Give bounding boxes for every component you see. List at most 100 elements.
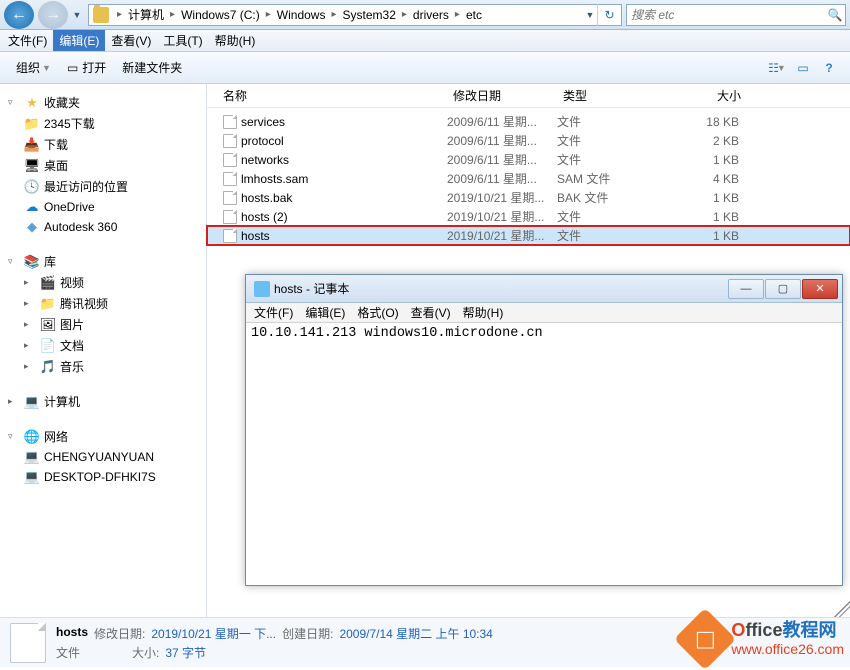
forward-button[interactable]: → xyxy=(38,1,68,29)
tree-item[interactable]: ▸🎬视频 xyxy=(0,272,206,293)
new-folder-button[interactable]: 新建文件夹 xyxy=(114,55,190,80)
file-row[interactable]: networks2009/6/11 星期...文件1 KB xyxy=(207,150,850,169)
tree-favorites[interactable]: ▿★收藏夹 xyxy=(0,92,206,113)
pictures-icon: 🖼 xyxy=(40,317,56,333)
tree-item[interactable]: 💻CHENGYUANYUAN xyxy=(0,447,206,467)
search-input[interactable] xyxy=(627,8,825,22)
tree-item[interactable]: 📁2345下载 xyxy=(0,113,206,134)
file-row[interactable]: hosts.bak2019/10/21 星期...BAK 文件1 KB xyxy=(207,188,850,207)
tree-item[interactable]: ◆Autodesk 360 xyxy=(0,217,206,237)
chevron-down-icon: ▼ xyxy=(777,63,786,73)
np-menu-edit[interactable]: 编辑(E) xyxy=(299,303,351,322)
file-type: BAK 文件 xyxy=(557,189,667,206)
view-mode-button[interactable]: ☷▼ xyxy=(764,56,790,80)
watermark-brand: Office教程网 xyxy=(731,620,844,642)
file-type: 文件 xyxy=(557,113,667,130)
breadcrumb-item[interactable]: System32 xyxy=(341,8,398,22)
menu-help[interactable]: 帮助(H) xyxy=(209,30,262,51)
column-date[interactable]: 修改日期 xyxy=(447,87,557,104)
expand-icon[interactable]: ▸ xyxy=(24,277,36,288)
preview-pane-button[interactable]: ▭ xyxy=(790,56,816,80)
notepad-text-area[interactable]: 10.10.141.213 windows10.microdone.cn xyxy=(247,324,841,580)
chevron-right-icon[interactable]: ▸ xyxy=(262,9,275,20)
np-menu-help[interactable]: 帮助(H) xyxy=(457,303,510,322)
column-type[interactable]: 类型 xyxy=(557,87,667,104)
column-size[interactable]: 大小 xyxy=(667,87,747,104)
tree-item[interactable]: 📥下载 xyxy=(0,134,206,155)
breadcrumb-item[interactable]: etc xyxy=(464,8,484,22)
tree-item[interactable]: 🕓最近访问的位置 xyxy=(0,176,206,197)
expand-icon[interactable]: ▸ xyxy=(24,361,36,372)
resize-grip-icon[interactable] xyxy=(834,601,850,617)
expand-icon[interactable]: ▸ xyxy=(24,319,36,330)
tree-item[interactable]: 💻DESKTOP-DFHKI7S xyxy=(0,467,206,487)
expand-icon[interactable]: ▸ xyxy=(24,340,36,351)
chevron-right-icon[interactable]: ▸ xyxy=(398,9,411,20)
preview-icon: ▭ xyxy=(797,61,808,75)
organize-button[interactable]: 组织 ▼ xyxy=(8,55,59,80)
download-icon: 📥 xyxy=(24,137,40,153)
column-name[interactable]: 名称 xyxy=(207,87,447,104)
chevron-right-icon[interactable]: ▸ xyxy=(451,9,464,20)
file-date: 2009/6/11 星期... xyxy=(447,113,557,130)
file-name: hosts (2) xyxy=(241,210,288,224)
minimize-button[interactable]: — xyxy=(728,279,764,299)
nav-history-dropdown[interactable]: ▼ xyxy=(70,1,84,29)
watermark: □ Office教程网 www.office26.com xyxy=(683,617,844,661)
tree-item[interactable]: ▸🖼图片 xyxy=(0,314,206,335)
maximize-button[interactable]: ▢ xyxy=(765,279,801,299)
folder-icon xyxy=(93,7,109,23)
open-button[interactable]: ▭打开 xyxy=(59,55,114,80)
file-row[interactable]: services2009/6/11 星期...文件18 KB xyxy=(207,112,850,131)
np-menu-file[interactable]: 文件(F) xyxy=(248,303,299,322)
file-icon xyxy=(223,115,237,129)
file-row[interactable]: hosts (2)2019/10/21 星期...文件1 KB xyxy=(207,207,850,226)
breadcrumb-item[interactable]: Windows7 (C:) xyxy=(179,8,262,22)
back-button[interactable]: ← xyxy=(4,1,34,29)
np-menu-format[interactable]: 格式(O) xyxy=(351,303,404,322)
tree-item[interactable]: ▸📄文档 xyxy=(0,335,206,356)
file-name: networks xyxy=(241,153,289,167)
tree-item[interactable]: ☁OneDrive xyxy=(0,197,206,217)
chevron-right-icon[interactable]: ▸ xyxy=(113,9,126,20)
tree-computer[interactable]: ▸💻计算机 xyxy=(0,391,206,412)
file-icon xyxy=(223,134,237,148)
close-button[interactable]: ✕ xyxy=(802,279,838,299)
breadcrumb-item[interactable]: 计算机 xyxy=(126,6,166,23)
sidebar-tree[interactable]: ▿★收藏夹 📁2345下载 📥下载 🖥桌面 🕓最近访问的位置 ☁OneDrive… xyxy=(0,84,207,617)
np-menu-view[interactable]: 查看(V) xyxy=(405,303,457,322)
breadcrumb-item[interactable]: Windows xyxy=(275,8,328,22)
details-type: 文件 xyxy=(56,644,80,661)
tree-item[interactable]: 🖥桌面 xyxy=(0,155,206,176)
refresh-button[interactable]: ↻ xyxy=(597,4,621,26)
menu-file[interactable]: 文件(F) xyxy=(2,30,53,51)
file-date: 2009/6/11 星期... xyxy=(447,170,557,187)
collapse-icon[interactable]: ▿ xyxy=(8,97,20,108)
tree-item[interactable]: ▸🎵音乐 xyxy=(0,356,206,377)
breadcrumb[interactable]: ▸ 计算机 ▸ Windows7 (C:) ▸ Windows ▸ System… xyxy=(88,4,622,26)
chevron-right-icon[interactable]: ▸ xyxy=(327,9,340,20)
file-row[interactable]: hosts2019/10/21 星期...文件1 KB xyxy=(207,226,850,245)
menu-edit[interactable]: 编辑(E) xyxy=(53,30,105,51)
chevron-right-icon[interactable]: ▸ xyxy=(166,9,179,20)
tree-libraries[interactable]: ▿📚库 xyxy=(0,251,206,272)
breadcrumb-dropdown[interactable]: ▼ xyxy=(583,1,597,29)
notepad-titlebar[interactable]: hosts - 记事本 — ▢ ✕ xyxy=(246,275,842,303)
expand-icon[interactable]: ▸ xyxy=(24,298,36,309)
file-date: 2019/10/21 星期... xyxy=(447,227,557,244)
collapse-icon[interactable]: ▿ xyxy=(8,256,20,267)
menu-tools[interactable]: 工具(T) xyxy=(157,30,208,51)
computer-icon: 💻 xyxy=(24,449,40,465)
file-row[interactable]: protocol2009/6/11 星期...文件2 KB xyxy=(207,131,850,150)
breadcrumb-item[interactable]: drivers xyxy=(411,8,451,22)
music-icon: 🎵 xyxy=(40,359,56,375)
tree-network[interactable]: ▿🌐网络 xyxy=(0,426,206,447)
expand-icon[interactable]: ▸ xyxy=(8,396,20,407)
menu-view[interactable]: 查看(V) xyxy=(105,30,157,51)
file-row[interactable]: lmhosts.sam2009/6/11 星期...SAM 文件4 KB xyxy=(207,169,850,188)
collapse-icon[interactable]: ▿ xyxy=(8,431,20,442)
search-icon[interactable]: 🔍 xyxy=(825,8,845,22)
tree-item[interactable]: ▸📁腾讯视频 xyxy=(0,293,206,314)
open-icon: ▭ xyxy=(67,61,78,75)
help-button[interactable]: ? xyxy=(816,56,842,80)
